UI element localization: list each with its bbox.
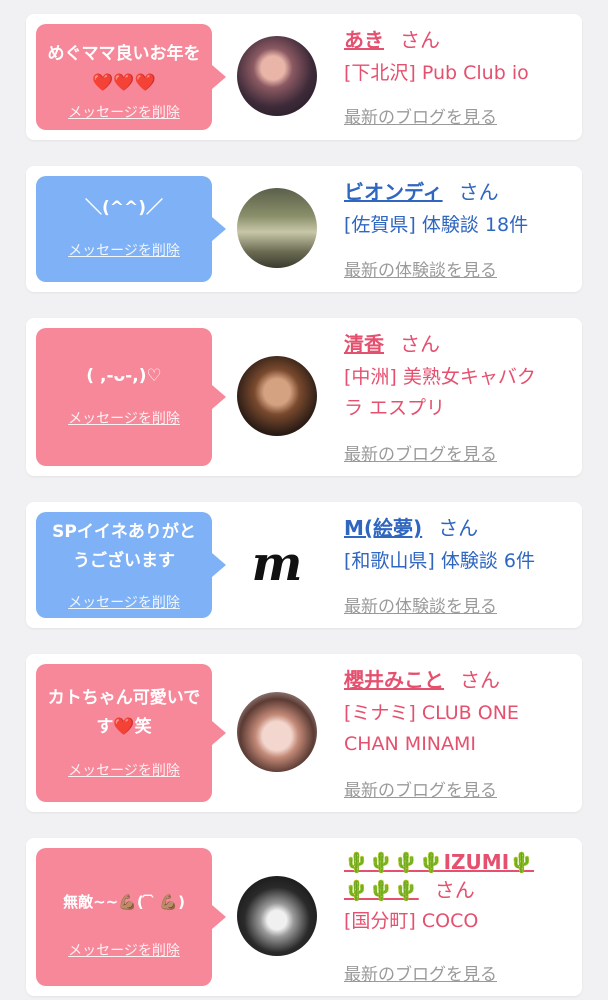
user-name-line-2: 🌵🌵🌵 bbox=[344, 878, 419, 902]
honorific: さん bbox=[400, 332, 440, 356]
avatar[interactable] bbox=[237, 188, 317, 268]
message-bubble: めぐママ良いお年を❤️❤️❤️ メッセージを削除 bbox=[36, 24, 226, 130]
shop-info: [国分町] COCO bbox=[344, 910, 479, 932]
honorific: さん bbox=[458, 180, 499, 204]
list-item: SPイイネありがとうございます メッセージを削除 m M(絵夢) さん [和歌山県… bbox=[26, 502, 582, 628]
shop-info: [下北沢] Pub Club io bbox=[344, 62, 529, 84]
message-text: 無敵~~💪🏽( ᷇ ᷆ 💪🏽) bbox=[63, 893, 185, 911]
delete-message-link[interactable]: メッセージを削除 bbox=[36, 240, 212, 260]
message-bubble: 無敵~~💪🏽( ᷇ ᷆ 💪🏽) メッセージを削除 bbox=[36, 848, 226, 986]
latest-blog-link[interactable]: 最新のブログを見る bbox=[344, 440, 497, 465]
delete-message-link[interactable]: メッセージを削除 bbox=[36, 102, 212, 122]
message-text: ＼(^^)／ bbox=[84, 198, 164, 218]
message-bubble: ( ,-ᴗ-,)♡ メッセージを削除 bbox=[36, 328, 226, 466]
shop-info-continued: CHAN MINAMI bbox=[344, 733, 477, 755]
shop-info: [和歌山県] 体験談 6件 bbox=[344, 550, 535, 572]
honorific: さん bbox=[434, 878, 475, 902]
shop-info: [佐賀県] 体験談 18件 bbox=[344, 214, 529, 236]
latest-blog-link[interactable]: 最新のブログを見る bbox=[344, 103, 497, 128]
avatar[interactable] bbox=[237, 876, 317, 956]
delete-message-link[interactable]: メッセージを削除 bbox=[36, 940, 212, 960]
user-name-line-1: 🌵🌵🌵🌵IZUMI🌵 bbox=[344, 850, 535, 874]
honorific: さん bbox=[460, 668, 500, 692]
shop-info-continued: ラ エスプリ bbox=[344, 397, 446, 419]
delete-message-link[interactable]: メッセージを削除 bbox=[36, 408, 212, 428]
delete-message-link[interactable]: メッセージを削除 bbox=[36, 760, 212, 780]
user-name-link[interactable]: 🌵🌵🌵🌵IZUMI🌵 bbox=[344, 848, 572, 876]
avatar[interactable] bbox=[237, 36, 317, 116]
delete-message-link[interactable]: メッセージを削除 bbox=[36, 592, 212, 612]
message-bubble: ＼(^^)／ メッセージを削除 bbox=[36, 176, 226, 282]
user-name-link[interactable]: M(絵夢) bbox=[344, 516, 422, 540]
message-bubble: カトちゃん可愛いです❤️笑 メッセージを削除 bbox=[36, 664, 226, 802]
message-text: めぐママ良いお年を❤️❤️❤️ bbox=[47, 44, 201, 93]
list-item: ( ,-ᴗ-,)♡ メッセージを削除 清香 さん [中洲] 美熟女キャバク ラ エ… bbox=[26, 318, 582, 476]
latest-review-link[interactable]: 最新の体験談を見る bbox=[344, 592, 497, 617]
honorific: さん bbox=[400, 28, 440, 52]
user-name-link[interactable]: ビオンディ bbox=[344, 180, 443, 204]
avatar[interactable] bbox=[237, 692, 317, 772]
message-text: カトちゃん可愛いです❤️笑 bbox=[47, 688, 201, 737]
shop-info: [中洲] 美熟女キャバク bbox=[344, 366, 536, 388]
latest-blog-link[interactable]: 最新のブログを見る bbox=[344, 776, 497, 801]
list-item: めぐママ良いお年を❤️❤️❤️ メッセージを削除 あき さん [下北沢] Pub … bbox=[26, 14, 582, 140]
list-item: 無敵~~💪🏽( ᷇ ᷆ 💪🏽) メッセージを削除 🌵🌵🌵🌵IZUMI🌵 🌵🌵🌵 さ… bbox=[26, 838, 582, 996]
avatar[interactable]: m bbox=[237, 524, 317, 604]
latest-blog-link[interactable]: 最新のブログを見る bbox=[344, 960, 497, 985]
message-list: めぐママ良いお年を❤️❤️❤️ メッセージを削除 あき さん [下北沢] Pub … bbox=[0, 0, 608, 1000]
user-name-link[interactable]: 櫻井みこと bbox=[344, 668, 444, 692]
user-name-link[interactable]: あき bbox=[344, 28, 384, 52]
avatar-logo-m: m bbox=[251, 536, 303, 592]
message-text: ( ,-ᴗ-,)♡ bbox=[86, 366, 162, 386]
list-item: カトちゃん可愛いです❤️笑 メッセージを削除 櫻井みこと さん [ミナミ] CLU… bbox=[26, 654, 582, 812]
shop-info: [ミナミ] CLUB ONE bbox=[344, 702, 519, 724]
user-name-link[interactable]: 清香 bbox=[344, 332, 384, 356]
avatar[interactable] bbox=[237, 356, 317, 436]
honorific: さん bbox=[438, 516, 479, 540]
message-text: SPイイネありがとうございます bbox=[52, 522, 196, 571]
list-item: ＼(^^)／ メッセージを削除 ビオンディ さん [佐賀県] 体験談 18件 最新… bbox=[26, 166, 582, 292]
message-bubble: SPイイネありがとうございます メッセージを削除 bbox=[36, 512, 226, 618]
latest-review-link[interactable]: 最新の体験談を見る bbox=[344, 256, 497, 281]
